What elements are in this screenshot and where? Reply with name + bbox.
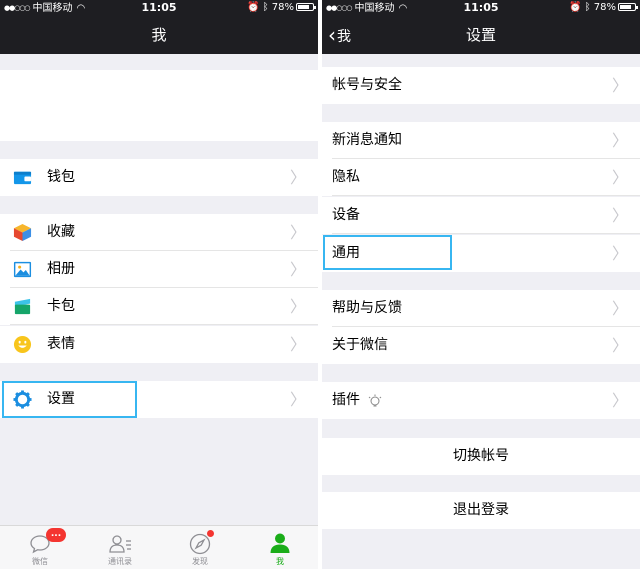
tab-me[interactable]: 我: [240, 526, 318, 569]
settings-label-devices: 设备: [332, 207, 360, 223]
wallet-icon: [13, 171, 32, 185]
plugin-bulb-icon: [368, 394, 382, 407]
settings-label-notifications: 新消息通知: [332, 132, 402, 148]
bluetooth-icon: ᛒ: [584, 2, 591, 13]
status-bar: ●●○○○ 中国移动 ◠ 11:05 ⏰ ᛒ 78%: [322, 0, 640, 16]
menu-item-wallet[interactable]: 钱包 〉: [0, 159, 318, 196]
chevron-right-icon: 〉: [611, 299, 628, 318]
settings-item-about[interactable]: 关于微信 〉: [322, 327, 640, 364]
menu-label-stickers: 表情: [47, 336, 75, 352]
page-title: 设置: [465, 26, 496, 44]
page-title: 我: [151, 26, 167, 44]
chevron-right-icon: 〉: [611, 391, 628, 410]
battery-percent: 78%: [593, 2, 616, 13]
chevron-right-icon: 〉: [611, 76, 628, 95]
general-highlight-box: [323, 235, 452, 270]
tab-label-chats: 微信: [32, 557, 48, 566]
tab-bar: ... 微信 通讯录 发现 我: [0, 525, 318, 569]
battery-icon: [296, 3, 316, 11]
settings-label-help: 帮助与反馈: [332, 300, 402, 316]
alarm-icon: ⏰: [568, 2, 582, 13]
tab-discover[interactable]: 发现: [160, 526, 240, 569]
settings-item-privacy[interactable]: 隐私 〉: [322, 159, 640, 196]
tab-chats[interactable]: ... 微信: [0, 526, 80, 569]
settings-label-privacy: 隐私: [332, 169, 360, 185]
person-icon: [270, 533, 290, 553]
logout-button[interactable]: 退出登录: [322, 492, 640, 529]
chevron-right-icon: 〉: [611, 168, 628, 187]
chevron-right-icon: 〉: [289, 335, 306, 354]
settings-highlight-box: [2, 381, 137, 418]
settings-item-account-security[interactable]: 帐号与安全 〉: [322, 67, 640, 104]
tab-label-contacts: 通讯录: [108, 557, 132, 566]
menu-item-album[interactable]: 相册 〉: [0, 251, 318, 288]
settings-item-devices[interactable]: 设备 〉: [322, 197, 640, 234]
settings-screen: ●●○○○ 中国移动 ◠ 11:05 ⏰ ᛒ 78% ‹我 设置 帐号与安全 〉 新…: [322, 0, 640, 569]
menu-label-cards: 卡包: [47, 298, 75, 314]
menu-label-wallet: 钱包: [47, 169, 75, 185]
chevron-right-icon: 〉: [611, 244, 628, 263]
settings-item-help[interactable]: 帮助与反馈 〉: [322, 290, 640, 327]
bluetooth-icon: ᛒ: [262, 2, 269, 13]
me-screen: ●●○○○ 中国移动 ◠ 11:05 ⏰ ᛒ 78% 我 钱包 〉 收藏 〉 相…: [0, 0, 318, 569]
tab-label-discover: 发现: [192, 557, 208, 566]
status-bar: ●●○○○ 中国移动 ◠ 11:05 ⏰ ᛒ 78%: [0, 0, 318, 16]
cube-icon: [13, 223, 32, 242]
contacts-icon: [109, 535, 131, 553]
chevron-right-icon: 〉: [611, 336, 628, 355]
menu-item-stickers[interactable]: 表情 〉: [0, 326, 318, 363]
unread-badge: ...: [46, 528, 66, 542]
switch-account-button[interactable]: 切换帐号: [322, 438, 640, 475]
new-dot-badge: [207, 530, 214, 537]
profile-card[interactable]: [0, 70, 318, 141]
settings-item-notifications[interactable]: 新消息通知 〉: [322, 122, 640, 159]
menu-item-cards[interactable]: 卡包 〉: [0, 288, 318, 325]
settings-item-plugins[interactable]: 插件 〉: [322, 382, 640, 419]
chevron-right-icon: 〉: [289, 168, 306, 187]
nav-bar: 我: [0, 16, 318, 54]
battery-percent: 78%: [271, 2, 294, 13]
smiley-icon: [13, 335, 32, 354]
alarm-icon: ⏰: [246, 2, 260, 13]
chevron-right-icon: 〉: [611, 206, 628, 225]
chevron-right-icon: 〉: [289, 260, 306, 279]
chevron-right-icon: 〉: [611, 131, 628, 150]
settings-label-account-security: 帐号与安全: [332, 77, 402, 93]
tab-label-me: 我: [276, 557, 284, 566]
menu-label-favorites: 收藏: [47, 224, 75, 240]
settings-label-about: 关于微信: [332, 337, 388, 353]
tab-contacts[interactable]: 通讯录: [80, 526, 160, 569]
picture-icon: [13, 261, 32, 278]
chevron-right-icon: 〉: [289, 297, 306, 316]
card-icon: [14, 298, 31, 315]
settings-label-plugins: 插件: [332, 392, 360, 408]
menu-item-favorites[interactable]: 收藏 〉: [0, 214, 318, 251]
chevron-right-icon: 〉: [289, 390, 306, 409]
menu-label-album: 相册: [47, 261, 75, 277]
nav-bar: ‹我 设置: [322, 16, 640, 54]
chevron-right-icon: 〉: [289, 223, 306, 242]
battery-icon: [618, 3, 638, 11]
